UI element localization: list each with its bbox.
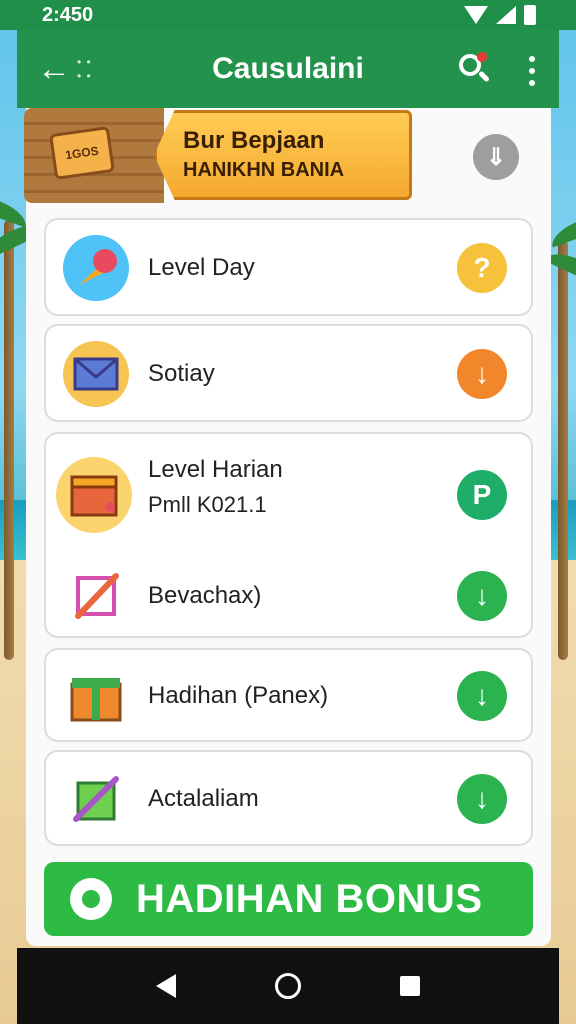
wifi-icon bbox=[464, 6, 488, 24]
banner-subtitle: HANIKHN BANIA bbox=[183, 159, 345, 181]
pencil-square-icon bbox=[60, 560, 132, 632]
status-bar: 2:450 bbox=[0, 0, 576, 30]
timer-icon bbox=[70, 878, 112, 920]
battery-icon bbox=[524, 5, 536, 25]
download-button[interactable]: ↓ bbox=[457, 671, 507, 721]
bonus-button-label: HADIHAN BONUS bbox=[136, 876, 483, 921]
treasure-box-icon bbox=[54, 455, 134, 535]
status-icons bbox=[464, 5, 536, 25]
envelope-icon bbox=[60, 338, 132, 410]
help-button[interactable]: ? bbox=[457, 243, 507, 293]
app-bar: ← • • • • Causulaini bbox=[17, 30, 559, 108]
arrow-down-icon: ↓ bbox=[475, 358, 489, 389]
bonus-button[interactable]: HADIHAN BONUS bbox=[44, 862, 533, 936]
list-item[interactable]: Level Day ? bbox=[46, 220, 531, 316]
list-item[interactable]: Hadihan (Panex) ↓ bbox=[46, 648, 531, 744]
play-button[interactable]: P bbox=[457, 470, 507, 520]
download-button[interactable]: ↓ bbox=[457, 349, 507, 399]
notification-dot bbox=[477, 52, 487, 62]
list-card: Sotiay ↓ bbox=[44, 324, 533, 422]
nav-recents-icon[interactable] bbox=[399, 976, 420, 996]
banner-sign: Bur Bepjaan HANIKHN BANIA bbox=[154, 110, 412, 200]
promo-banner[interactable]: 1GOS Bur Bepjaan HANIKHN BANIA bbox=[24, 108, 414, 203]
arrow-down-icon: ↓ bbox=[475, 783, 489, 814]
wand-square-icon bbox=[60, 763, 132, 835]
question-icon: ? bbox=[473, 252, 491, 283]
banner-title: Bur Bepjaan bbox=[183, 127, 325, 154]
back-button[interactable]: ← • • • • bbox=[17, 30, 97, 108]
signal-icon bbox=[496, 6, 516, 24]
list-card: Level Harian Pmll K021.1 P Bevachax) ↓ bbox=[44, 432, 533, 638]
system-nav-bar bbox=[17, 948, 559, 1024]
list-card: Actalaliam ↓ bbox=[44, 750, 533, 846]
search-button[interactable] bbox=[457, 52, 493, 88]
item-label: Actalaliam bbox=[148, 785, 259, 812]
item-label: Level Harian bbox=[148, 456, 283, 483]
status-time: 2:450 bbox=[42, 3, 94, 26]
item-label: Sotiay bbox=[148, 360, 215, 387]
palm-tree-right bbox=[543, 180, 576, 660]
gift-box-icon bbox=[60, 660, 132, 732]
p-icon: P bbox=[472, 479, 492, 510]
list-item[interactable]: Bevachax) ↓ bbox=[46, 548, 531, 644]
download-arrow-icon: ⇓ bbox=[485, 143, 507, 171]
item-label: Hadihan (Panex) bbox=[148, 682, 329, 709]
list-item[interactable]: Level Harian Pmll K021.1 P bbox=[46, 440, 531, 550]
nav-home-icon[interactable] bbox=[274, 973, 301, 999]
main-panel: 1GOS Bur Bepjaan HANIKHN BANIA ⇓ Level D… bbox=[24, 108, 551, 946]
ice-cream-icon bbox=[60, 232, 132, 304]
list-card: Level Day ? bbox=[44, 218, 533, 316]
collapse-button[interactable]: ⇓ bbox=[473, 134, 519, 180]
item-label: Level Day bbox=[148, 254, 255, 281]
wood-sign-icon: 1GOS bbox=[24, 108, 164, 203]
list-item[interactable]: Sotiay ↓ bbox=[46, 326, 531, 422]
item-sublabel: Pmll K021.1 bbox=[148, 492, 267, 517]
list-card: Hadihan (Panex) ↓ bbox=[44, 648, 533, 742]
list-item[interactable]: Actalaliam ↓ bbox=[46, 751, 531, 847]
download-button[interactable]: ↓ bbox=[457, 774, 507, 824]
arrow-left-icon: ← bbox=[37, 50, 71, 88]
more-vert-icon bbox=[529, 56, 535, 62]
download-button[interactable]: ↓ bbox=[457, 571, 507, 621]
nav-back-icon[interactable] bbox=[156, 974, 177, 998]
arrow-down-icon: ↓ bbox=[475, 680, 489, 711]
more-options-button[interactable] bbox=[527, 56, 537, 86]
arrow-down-icon: ↓ bbox=[475, 580, 489, 611]
item-label: Bevachax) bbox=[148, 582, 262, 609]
ticket-icon: 1GOS bbox=[49, 126, 115, 180]
back-dots: • • • • bbox=[77, 55, 92, 83]
